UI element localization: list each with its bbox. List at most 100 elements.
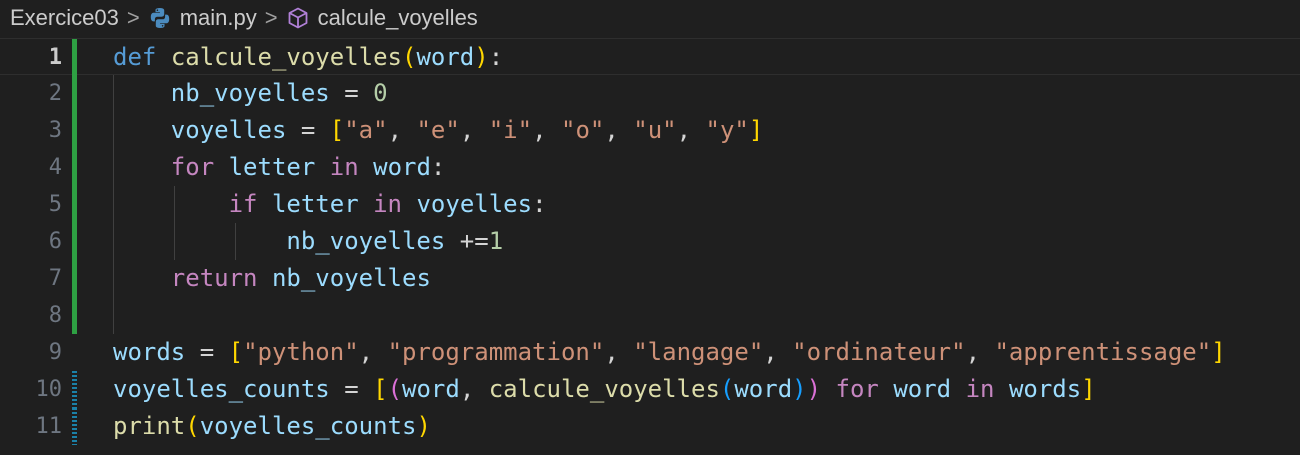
code-token: if	[228, 190, 258, 218]
code-token: nb_voyelles	[286, 227, 446, 255]
code-token: ]	[1081, 375, 1096, 403]
code-line[interactable]: 2 nb_voyelles = 0	[0, 75, 1300, 112]
code-token: word	[893, 375, 952, 403]
code-token: word	[734, 375, 793, 403]
code-token: "langage"	[633, 338, 764, 366]
code-token: +=	[445, 227, 489, 255]
git-added-marker[interactable]	[72, 260, 77, 297]
code-token: :	[532, 190, 547, 218]
code-token: calcule_voyelles	[488, 375, 720, 403]
code-token: "apprentissage"	[994, 338, 1212, 366]
code-token: (	[402, 43, 417, 71]
code-line[interactable]: 7 return nb_voyelles	[0, 260, 1300, 297]
code-token: )	[792, 375, 807, 403]
code-token: voyelles_counts	[113, 375, 330, 403]
code-token: letter	[228, 153, 316, 181]
line-number: 2	[48, 81, 62, 106]
code-token: )	[474, 43, 489, 71]
code-token: 1	[488, 227, 504, 255]
code-text: nb_voyelles +=1	[113, 223, 503, 260]
code-token: ]	[1211, 338, 1226, 366]
code-token: "e"	[416, 116, 460, 144]
git-added-marker[interactable]	[72, 149, 77, 186]
code-token: "y"	[705, 116, 749, 144]
code-token: word	[402, 375, 460, 403]
code-token: [	[228, 338, 244, 366]
code-token: def	[113, 43, 157, 71]
line-number: 3	[48, 118, 62, 143]
code-line[interactable]: 8	[0, 297, 1300, 334]
git-modified-marker[interactable]	[72, 371, 77, 408]
code-token: :	[430, 153, 446, 181]
line-number: 4	[48, 155, 62, 180]
git-added-marker[interactable]	[72, 297, 77, 334]
code-token: [	[329, 116, 345, 144]
code-token: 0	[373, 79, 388, 107]
code-token: (	[185, 412, 200, 440]
code-token: print	[113, 412, 186, 440]
breadcrumb-folder[interactable]: Exercice03	[10, 5, 119, 31]
git-added-marker[interactable]	[72, 112, 77, 149]
git-added-marker[interactable]	[72, 223, 77, 260]
code-token: (	[719, 375, 735, 403]
code-line[interactable]: 6 nb_voyelles +=1	[0, 223, 1300, 260]
code-token: letter	[271, 190, 359, 218]
code-token: )	[416, 412, 431, 440]
git-modified-marker[interactable]	[72, 408, 77, 445]
code-token: word	[416, 43, 475, 71]
git-added-marker[interactable]	[72, 186, 77, 223]
git-added-marker[interactable]	[72, 39, 77, 76]
code-token: )	[806, 375, 822, 403]
code-token: ,	[604, 116, 634, 144]
code-token: ,	[604, 338, 634, 366]
line-number: 11	[35, 414, 63, 439]
code-token: "u"	[633, 116, 677, 144]
code-token: voyelles	[416, 190, 533, 218]
code-text: words = ["python", "programmation", "lan…	[113, 334, 1226, 371]
code-token: ,	[387, 116, 417, 144]
line-number: 6	[48, 229, 62, 254]
code-line[interactable]: 10 voyelles_counts = [(word, calcule_voye…	[0, 371, 1300, 408]
code-token: for	[170, 153, 215, 181]
breadcrumb-folder-label: Exercice03	[10, 5, 119, 30]
code-token: "a"	[344, 116, 388, 144]
code-token: :	[488, 43, 504, 71]
code-text: voyelles = ["a", "e", "i", "o", "u", "y"…	[113, 112, 764, 149]
git-added-marker[interactable]	[72, 75, 77, 112]
breadcrumb-file[interactable]: main.py	[148, 5, 257, 31]
code-editor[interactable]: 1 def calcule_voyelles(word): 2 nb_voyelle…	[0, 38, 1300, 455]
code-line[interactable]: 4 for letter in word:	[0, 149, 1300, 186]
code-token: ,	[459, 375, 489, 403]
line-number: 9	[48, 340, 62, 365]
code-text: print(voyelles_counts)	[113, 408, 431, 445]
code-token: =	[329, 375, 374, 403]
line-number: 1	[48, 45, 62, 70]
code-line[interactable]: 3 voyelles = ["a", "e", "i", "o", "u", "…	[0, 112, 1300, 149]
code-text: return nb_voyelles	[113, 260, 431, 297]
code-token: "o"	[561, 116, 605, 144]
code-line[interactable]: 9 words = ["python", "programmation", "la…	[0, 334, 1300, 371]
chevron-right-icon: >	[264, 5, 278, 30]
code-token: for	[835, 375, 879, 403]
line-number: 5	[48, 192, 62, 217]
breadcrumb-symbol[interactable]: calcule_voyelles	[286, 5, 478, 31]
code-token: =	[329, 79, 374, 107]
code-line[interactable]: 11 print(voyelles_counts)	[0, 408, 1300, 445]
code-token: "i"	[488, 116, 533, 144]
code-line[interactable]: 5 if letter in voyelles:	[0, 186, 1300, 223]
code-line[interactable]: 1 def calcule_voyelles(word):	[0, 38, 1300, 76]
